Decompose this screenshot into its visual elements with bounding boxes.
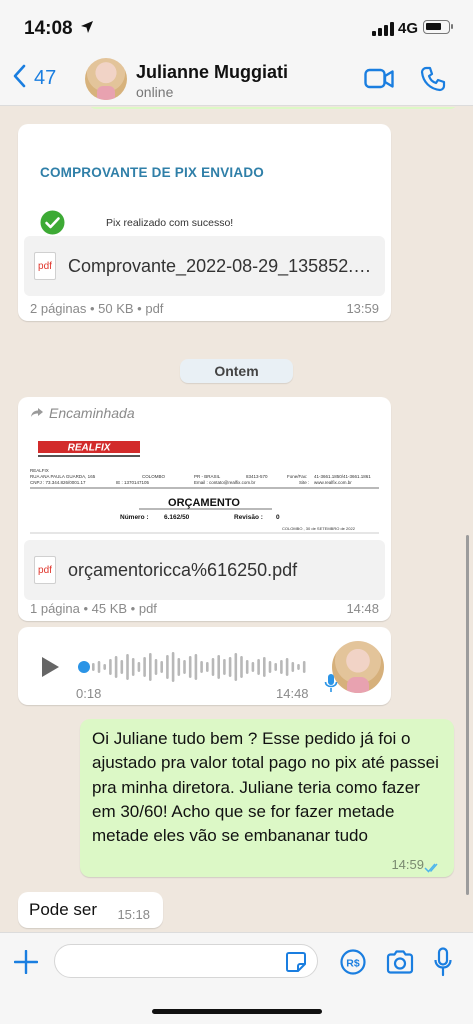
preview-date: COLOMBO , 30 de SETEMBRO de 2022: [282, 526, 356, 531]
message-time: 13:59: [346, 301, 379, 316]
status-time: 14:08: [24, 18, 73, 39]
microphone-icon[interactable]: [434, 947, 452, 982]
document-preview[interactable]: REALFIX REALFIX RUA ANA PAULA GUARDA, 16…: [24, 429, 385, 537]
contact-avatar[interactable]: [85, 58, 127, 100]
preview-ie: IE : 1370147105: [116, 480, 150, 485]
preview-address: RUA ANA PAULA GUARDA, 165: [30, 474, 96, 479]
network-type: 4G: [398, 20, 419, 37]
contact-status: online: [136, 84, 174, 100]
preview-site-label: Site :: [299, 480, 309, 485]
plus-icon[interactable]: [13, 949, 39, 979]
check-circle-icon: [40, 210, 65, 238]
message-text: Pode ser: [29, 900, 98, 919]
document-details: 2 páginas • 50 KB • pdf: [30, 301, 164, 316]
chat-scrollbar[interactable]: [466, 535, 469, 895]
preview-numero-label: Número :: [120, 514, 149, 521]
sticker-icon[interactable]: [285, 951, 307, 978]
sender-avatar: [332, 641, 384, 693]
message-time: 14:59: [391, 857, 424, 872]
back-button[interactable]: 47: [12, 64, 56, 92]
preview-title: COMPROVANTE DE PIX ENVIADO: [40, 165, 264, 180]
chat-area[interactable]: COMPROVANTE DE PIX ENVIADO Pix realizado…: [0, 107, 473, 932]
contact-name[interactable]: Julianne Muggiati: [136, 62, 288, 83]
message-time: 14:48: [276, 686, 309, 701]
chat-header: 47 Julianne Muggiati online: [0, 52, 473, 106]
home-indicator: [152, 1009, 322, 1014]
document-message-pix[interactable]: COMPROVANTE DE PIX ENVIADO Pix realizado…: [18, 124, 391, 321]
document-preview[interactable]: COMPROVANTE DE PIX ENVIADO Pix realizado…: [24, 130, 385, 238]
location-arrow-icon: [80, 20, 94, 37]
battery-icon: [423, 20, 453, 34]
pdf-file-icon: pdf: [34, 252, 56, 280]
date-separator: Ontem: [180, 359, 293, 383]
status-bar: 14:08 4G: [0, 0, 473, 52]
preview-site: www.realfix.com.br: [314, 480, 352, 485]
preview-numero: 6.162/50: [164, 514, 190, 521]
preview-cnpj: CNPJ : 73.344.826/0001.17: [30, 480, 86, 485]
document-file-row[interactable]: pdf Comprovante_2022-08-29_135852.pdf: [24, 236, 385, 296]
unread-count: 47: [34, 66, 57, 89]
play-icon[interactable]: [40, 657, 60, 682]
svg-text:R$: R$: [346, 958, 360, 970]
message-time: 14:48: [346, 601, 379, 616]
previous-message-edge: [88, 107, 458, 109]
message-time: 15:18: [117, 907, 150, 922]
pdf-file-icon: pdf: [34, 556, 56, 584]
outgoing-text-message[interactable]: Oi Juliane tudo bem ? Esse pedido já foi…: [80, 719, 454, 877]
read-receipt-icon: [424, 860, 442, 878]
phone-icon[interactable]: [420, 66, 446, 97]
chevron-left-icon: [12, 64, 26, 92]
message-input[interactable]: [54, 944, 318, 978]
audio-waveform[interactable]: [92, 649, 310, 685]
preview-company: REALFIX: [30, 468, 49, 473]
message-input-bar: R$: [0, 932, 473, 1024]
camera-icon[interactable]: [386, 950, 414, 979]
voice-message[interactable]: 0:18 14:48: [18, 627, 391, 705]
microphone-icon: [324, 673, 338, 698]
document-filename: orçamentoricca%616250.pdf: [68, 559, 298, 580]
document-message-orcamento[interactable]: Encaminhada REALFIX REALFIX RUA ANA PAUL…: [18, 397, 391, 621]
preview-revisao-label: Revisão :: [234, 514, 263, 521]
document-details: 1 página • 45 KB • pdf: [30, 601, 157, 616]
audio-duration: 0:18: [76, 686, 102, 701]
signal-strength-icon: [372, 22, 394, 36]
preview-state: PR - BRASIL: [194, 474, 221, 479]
budget-preview-image: REALFIX REALFIX RUA ANA PAULA GUARDA, 16…: [30, 441, 379, 534]
preview-brand-logo: REALFIX: [68, 443, 112, 454]
preview-city: COLOMBO: [142, 474, 166, 479]
forwarded-label: Encaminhada: [30, 405, 135, 421]
video-call-icon[interactable]: [364, 68, 394, 95]
preview-text: Pix realizado com sucesso!: [106, 217, 234, 229]
preview-cep: 83413-570: [246, 474, 268, 479]
document-file-row[interactable]: pdf orçamentoricca%616250.pdf: [24, 540, 385, 600]
forward-arrow-icon: [30, 405, 44, 421]
preview-heading: ORÇAMENTO: [168, 497, 240, 509]
preview-email: Email : contato@realfix.com.br: [194, 480, 256, 485]
document-filename: Comprovante_2022-08-29_135852.pdf: [68, 255, 379, 276]
incoming-text-message[interactable]: Pode ser 15:18: [18, 892, 163, 928]
payment-icon[interactable]: R$: [340, 949, 366, 980]
preview-revisao: 0: [276, 514, 280, 521]
preview-phones: 41-3661.1850/41-3661.1861: [314, 474, 371, 479]
preview-phone-label: Fone/Fax:: [287, 474, 307, 479]
audio-scrubber-handle[interactable]: [78, 661, 90, 673]
message-text: Oi Juliane tudo bem ? Esse pedido já foi…: [92, 729, 439, 846]
